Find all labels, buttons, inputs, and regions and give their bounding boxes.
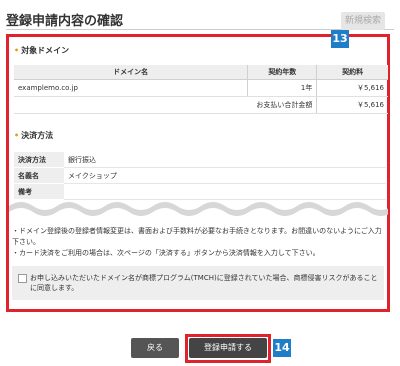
table-row: examplemo.co.jp 1年 ￥5,616 xyxy=(14,79,388,97)
callout-badge-14: 14 xyxy=(273,339,291,357)
total-row: お支払い合計金額 ￥5,616 xyxy=(14,96,388,114)
section-bullet-icon: • xyxy=(14,131,20,140)
domain-name-cell: examplemo.co.jp xyxy=(14,79,248,97)
payment-method-label: 決済方法 xyxy=(14,152,64,168)
consent-checkbox[interactable] xyxy=(18,274,27,283)
domain-section-title: 対象ドメイン xyxy=(21,46,70,55)
notes-block: ・ドメイン登録後の登録者情報変更は、書面および手数料が必要なお手続きとなります。… xyxy=(12,226,384,259)
holder-name-label: 名義名 xyxy=(14,167,64,184)
domain-section-heading: • 対象ドメイン xyxy=(14,45,69,56)
page-title: 登録申請内容の確認 xyxy=(6,14,124,29)
note-line: ・ドメイン登録後の登録者情報変更は、書面および手数料が必要なお手続きとなります。… xyxy=(12,227,382,246)
payment-table: 決済方法 銀行振込 名義名 メイクショップ 備考 xyxy=(14,152,386,200)
fee-cell: ￥5,616 xyxy=(316,79,388,97)
payment-section-title: 決済方法 xyxy=(21,131,54,140)
callout-badge-13: 13 xyxy=(331,30,349,48)
total-value: ￥5,616 xyxy=(316,96,388,114)
domain-table: ドメイン名 契約年数 契約料 examplemo.co.jp 1年 ￥5,616… xyxy=(14,65,388,114)
omission-wave-divider xyxy=(9,202,388,216)
col-years-header: 契約年数 xyxy=(247,65,317,80)
holder-name-value: メイクショップ xyxy=(64,167,386,184)
table-row: 決済方法 銀行振込 xyxy=(14,152,386,168)
col-fee-header: 契約料 xyxy=(316,65,388,80)
payment-section-heading: • 決済方法 xyxy=(14,130,53,141)
new-search-button[interactable]: 新規検索 xyxy=(341,12,385,30)
register-highlight-frame xyxy=(185,334,271,363)
total-label: お支払い合計金額 xyxy=(247,96,317,114)
payment-method-value: 銀行振込 xyxy=(64,152,386,168)
section-bullet-icon: • xyxy=(14,46,20,55)
consent-box: お申し込みいただいたドメイン名が商標プログラム(TMCH)に登録されていた場合、… xyxy=(12,266,384,300)
domain-table-header-row: ドメイン名 契約年数 契約料 xyxy=(14,65,388,80)
note-line: ・カード決済をご利用の場合は、次ページの「決済する」ボタンから決済情報を入力して… xyxy=(12,249,320,257)
col-domain-header: ドメイン名 xyxy=(14,65,248,80)
consent-text: お申し込みいただいたドメイン名が商標プログラム(TMCH)に登録されていた場合、… xyxy=(30,274,378,292)
back-button[interactable]: 戻る xyxy=(131,338,179,358)
years-cell: 1年 xyxy=(247,79,317,97)
table-row: 名義名 メイクショップ xyxy=(14,167,386,184)
